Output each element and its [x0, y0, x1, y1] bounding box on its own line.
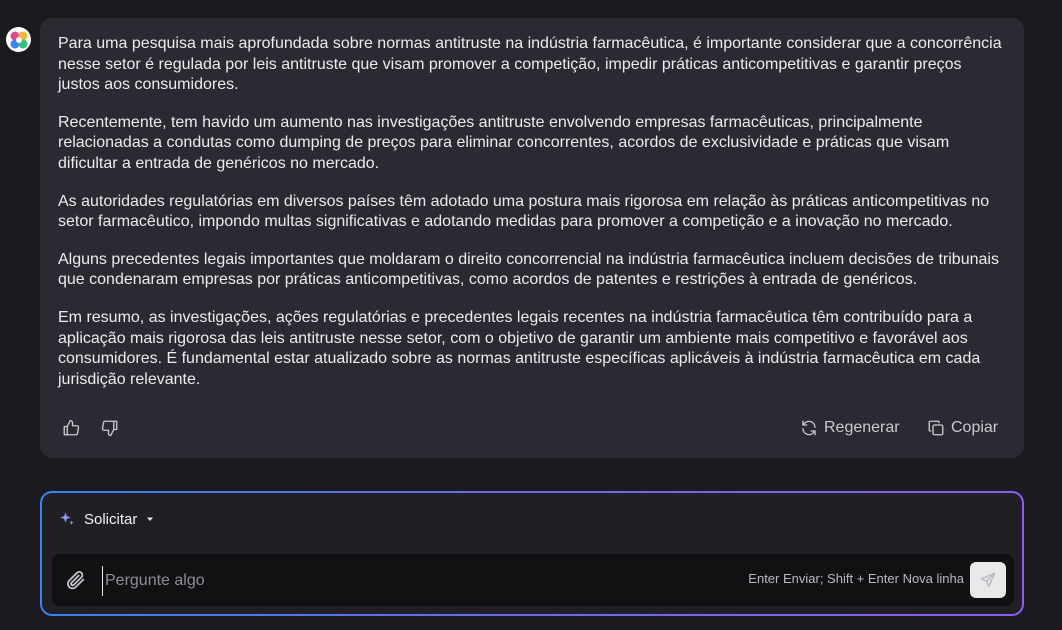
message-paragraph: Em resumo, as investigações, ações regul… [58, 308, 981, 388]
message-paragraph: Para uma pesquisa mais aprofundada sobre… [58, 35, 1002, 94]
regenerate-label: Regenerar [824, 419, 900, 436]
assistant-avatar [6, 27, 31, 52]
regenerate-button[interactable]: Regenerar [800, 416, 900, 440]
input-row: Enter Enviar; Shift + Enter Nova linha [52, 554, 1014, 606]
message-paragraph: As autoridades regulatórias em diversos … [58, 192, 990, 231]
prompt-input[interactable] [102, 566, 667, 596]
message-actions: Regenerar Copiar [40, 416, 1024, 440]
dislike-button[interactable] [98, 416, 122, 440]
thumbs-up-icon [63, 419, 80, 436]
message-composer: Solicitar Enter Enviar; Shift + Enter No… [40, 491, 1024, 616]
message-paragraph: Alguns precedentes legais importantes qu… [58, 250, 999, 289]
thumbs-down-icon [101, 420, 118, 437]
copy-label: Copiar [951, 419, 999, 436]
send-icon [980, 572, 996, 588]
sparkle-icon [60, 512, 74, 525]
refresh-icon [802, 420, 816, 436]
caret-down-icon [147, 517, 154, 521]
copy-button[interactable]: Copiar [927, 416, 998, 440]
like-button[interactable] [59, 416, 83, 440]
copy-icon [928, 420, 944, 436]
send-button[interactable] [970, 562, 1006, 598]
keyboard-hint: Enter Enviar; Shift + Enter Nova linha [748, 571, 964, 586]
mode-selector[interactable]: Solicitar [58, 507, 155, 531]
paperclip-icon [67, 571, 85, 590]
app-logo-icon [10, 31, 27, 48]
attach-button[interactable] [64, 568, 88, 592]
assistant-message: Para uma pesquisa mais aprofundada sobre… [40, 18, 1024, 458]
mode-label: Solicitar [84, 510, 138, 528]
message-paragraph: Recentemente, tem havido um aumento nas … [58, 113, 950, 172]
